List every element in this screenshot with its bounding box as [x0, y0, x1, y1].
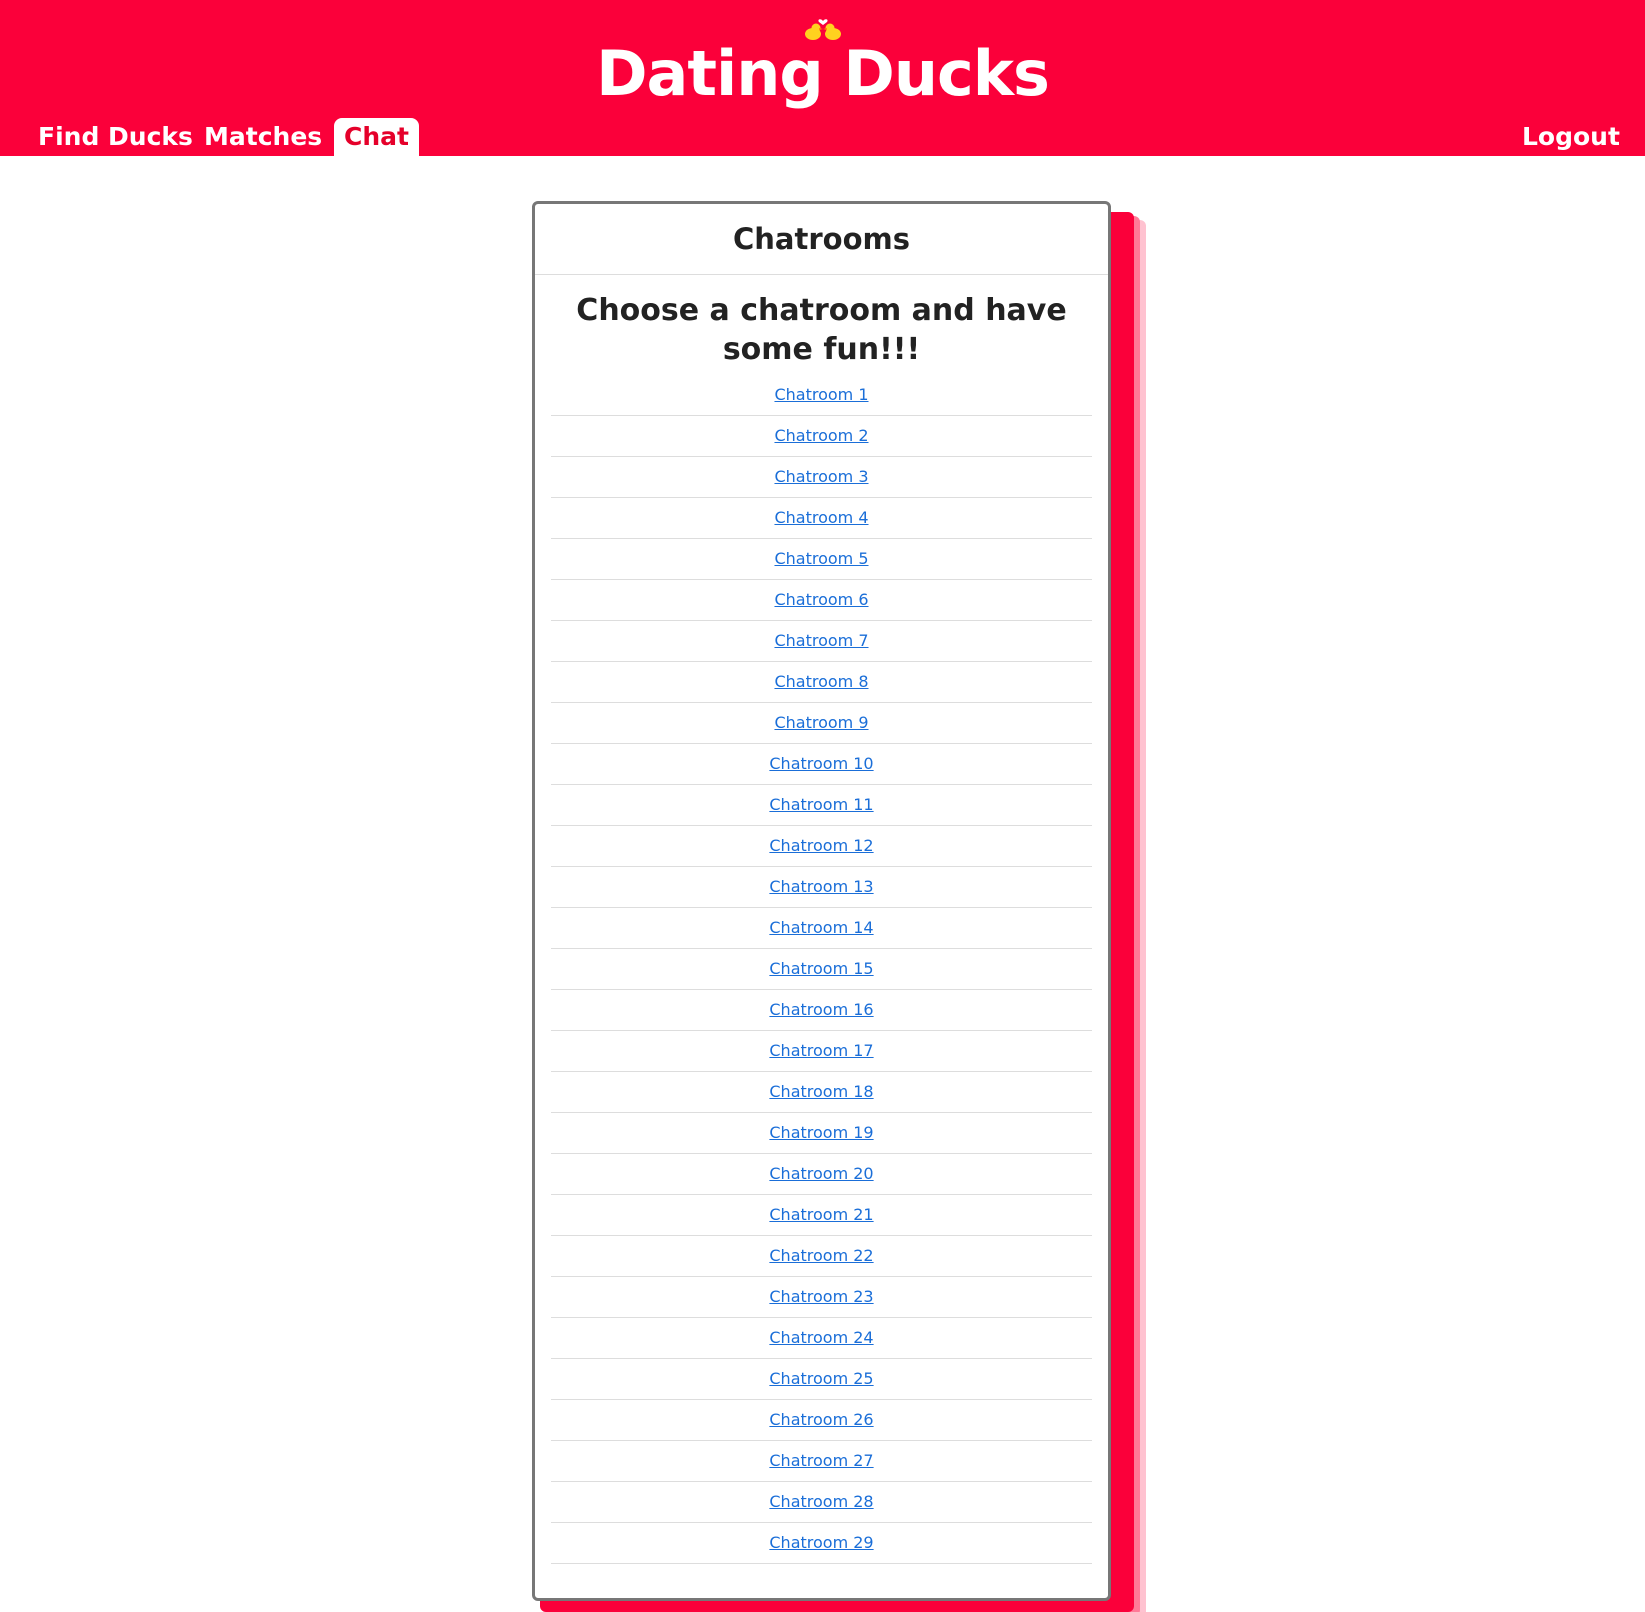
- list-item: Chatroom 22: [551, 1236, 1092, 1277]
- list-item: Chatroom 1: [551, 375, 1092, 416]
- list-item: Chatroom 21: [551, 1195, 1092, 1236]
- chatroom-link[interactable]: Chatroom 28: [769, 1492, 873, 1511]
- chatroom-link[interactable]: Chatroom 14: [769, 918, 873, 937]
- list-item: Chatroom 19: [551, 1113, 1092, 1154]
- list-item: Chatroom 28: [551, 1482, 1092, 1523]
- list-item: Chatroom 2: [551, 416, 1092, 457]
- list-item: Chatroom 14: [551, 908, 1092, 949]
- chatroom-link[interactable]: Chatroom 17: [769, 1041, 873, 1060]
- list-item: Chatroom 25: [551, 1359, 1092, 1400]
- card-subtitle: Choose a chatroom and have some fun!!!: [576, 293, 1067, 367]
- chatroom-link[interactable]: Chatroom 23: [769, 1287, 873, 1306]
- list-item: Chatroom 3: [551, 457, 1092, 498]
- chatroom-link[interactable]: Chatroom 11: [769, 795, 873, 814]
- chatroom-link[interactable]: Chatroom 26: [769, 1410, 873, 1429]
- list-item: Chatroom 10: [551, 744, 1092, 785]
- chatroom-link[interactable]: Chatroom 27: [769, 1451, 873, 1470]
- site-header: Dating Ducks Find Ducks Matches Chat Log…: [0, 0, 1645, 156]
- brand-title[interactable]: Dating Ducks: [0, 36, 1645, 112]
- nav-chat-tab-active[interactable]: Chat: [334, 118, 419, 156]
- card-title: Chatrooms: [535, 204, 1108, 275]
- chatroom-link[interactable]: Chatroom 8: [774, 672, 868, 691]
- chatroom-link[interactable]: Chatroom 22: [769, 1246, 873, 1265]
- nav-find-ducks[interactable]: Find Ducks: [38, 118, 193, 156]
- chatroom-link[interactable]: Chatroom 2: [774, 426, 868, 445]
- chatroom-link[interactable]: Chatroom 7: [774, 631, 868, 650]
- list-item: Chatroom 15: [551, 949, 1092, 990]
- chatroom-link[interactable]: Chatroom 16: [769, 1000, 873, 1019]
- chatroom-link[interactable]: Chatroom 19: [769, 1123, 873, 1142]
- chatroom-link[interactable]: Chatroom 5: [774, 549, 868, 568]
- list-item: Chatroom 11: [551, 785, 1092, 826]
- list-item: Chatroom 23: [551, 1277, 1092, 1318]
- chatroom-link[interactable]: Chatroom 3: [774, 467, 868, 486]
- list-item: Chatroom 4: [551, 498, 1092, 539]
- list-item: Chatroom 13: [551, 867, 1092, 908]
- chatrooms-card: Chatrooms Choose a chatroom and have som…: [532, 201, 1111, 1601]
- list-item: Chatroom 27: [551, 1441, 1092, 1482]
- list-item: Chatroom 16: [551, 990, 1092, 1031]
- chatroom-link[interactable]: Chatroom 6: [774, 590, 868, 609]
- chatroom-link[interactable]: Chatroom 29: [769, 1533, 873, 1552]
- chatroom-link[interactable]: Chatroom 18: [769, 1082, 873, 1101]
- chatroom-list: Chatroom 1 Chatroom 2 Chatroom 3 Chatroom 4…: [551, 375, 1092, 1564]
- chatroom-link[interactable]: Chatroom 20: [769, 1164, 873, 1183]
- chatroom-link[interactable]: Chatroom 13: [769, 877, 873, 896]
- list-item: Chatroom 5: [551, 539, 1092, 580]
- logout-link[interactable]: Logout: [1522, 118, 1620, 156]
- chatroom-link[interactable]: Chatroom 9: [774, 713, 868, 732]
- chatroom-link[interactable]: Chatroom 12: [769, 836, 873, 855]
- chatroom-link[interactable]: Chatroom 21: [769, 1205, 873, 1224]
- nav-matches[interactable]: Matches: [204, 118, 322, 156]
- list-item: Chatroom 18: [551, 1072, 1092, 1113]
- list-item: Chatroom 8: [551, 662, 1092, 703]
- list-item: Chatroom 20: [551, 1154, 1092, 1195]
- chatroom-link[interactable]: Chatroom 24: [769, 1328, 873, 1347]
- list-item: Chatroom 24: [551, 1318, 1092, 1359]
- list-item: Chatroom 7: [551, 621, 1092, 662]
- list-item: Chatroom 12: [551, 826, 1092, 867]
- chatroom-link[interactable]: Chatroom 1: [774, 385, 868, 404]
- list-item: Chatroom 9: [551, 703, 1092, 744]
- list-item: Chatroom 6: [551, 580, 1092, 621]
- chatroom-link[interactable]: Chatroom 15: [769, 959, 873, 978]
- list-item: Chatroom 17: [551, 1031, 1092, 1072]
- chatroom-link[interactable]: Chatroom 4: [774, 508, 868, 527]
- chatroom-link[interactable]: Chatroom 25: [769, 1369, 873, 1388]
- list-item: Chatroom 26: [551, 1400, 1092, 1441]
- chatroom-link[interactable]: Chatroom 10: [769, 754, 873, 773]
